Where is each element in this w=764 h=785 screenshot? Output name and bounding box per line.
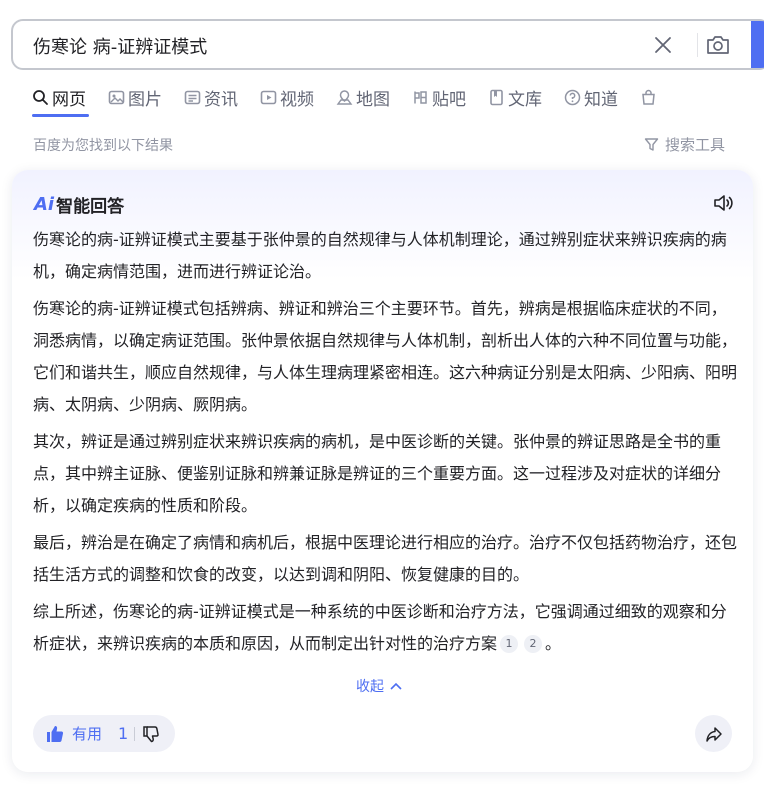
tab-video[interactable]: 视频 xyxy=(260,84,314,110)
useful-button[interactable]: 有用 1 xyxy=(45,723,128,744)
question-icon xyxy=(564,89,581,105)
summary-punct: 。 xyxy=(545,634,562,653)
answer-paragraph-summary: 综上所述，伤寒论的病-证辨证模式是一种系统的中医诊断和治疗方法，它强调通过细致的… xyxy=(33,596,738,660)
tab-label: 网页 xyxy=(52,89,86,110)
search-button[interactable] xyxy=(751,21,764,68)
filter-icon xyxy=(644,138,659,151)
tab-zhidao[interactable]: 知道 xyxy=(564,84,618,110)
answer-paragraph: 伤寒论的病-证辨证模式主要基于张仲景的自然规律与人体机制理论，通过辨别症状来辨识… xyxy=(33,230,727,281)
tab-more[interactable] xyxy=(640,84,660,110)
tieba-icon xyxy=(414,90,427,104)
tab-wenku[interactable]: 文库 xyxy=(488,84,542,110)
share-icon xyxy=(705,726,722,742)
ai-title: 智能回答 xyxy=(56,197,125,217)
ai-answer-card: Ai 智能回答 伤寒论的病-证辨证模式主要基于张仲景的自然规律与人体机制理论，通… xyxy=(12,170,753,772)
tab-label: 文库 xyxy=(508,89,542,110)
collapse-label: 收起 xyxy=(356,679,384,695)
camera-icon[interactable] xyxy=(705,33,731,57)
ai-logo: Ai 智能回答 xyxy=(34,192,124,217)
speaker-icon[interactable] xyxy=(712,192,734,214)
ai-logo-mark: Ai xyxy=(34,194,55,215)
tab-news[interactable]: 资讯 xyxy=(184,84,238,110)
citation-badge[interactable]: 1 xyxy=(500,635,519,653)
ai-header: Ai 智能回答 xyxy=(34,192,124,217)
video-icon xyxy=(260,90,277,104)
summary-text: 综上所述，伤寒论的病-证辨证模式是一种系统的中医诊断和治疗方法，它强调通过细致的… xyxy=(33,602,727,653)
useful-count: 1 xyxy=(118,724,129,743)
shopping-bag-icon xyxy=(642,89,655,105)
tab-map[interactable]: 地图 xyxy=(336,84,390,110)
news-icon xyxy=(184,90,201,104)
tab-images[interactable]: 图片 xyxy=(108,84,162,110)
tab-label: 资讯 xyxy=(204,89,238,110)
divider xyxy=(134,726,136,741)
result-count: 百度为您找到以下结果 xyxy=(33,138,173,154)
doc-icon xyxy=(490,89,503,105)
ai-answer-body: 伤寒论的病-证辨证模式主要基于张仲景的自然规律与人体机制理论，通过辨别症状来辨识… xyxy=(33,224,738,665)
citation-badge[interactable]: 2 xyxy=(524,635,543,653)
search-tools-label: 搜索工具 xyxy=(665,136,726,154)
map-icon xyxy=(336,89,353,105)
divider xyxy=(697,33,698,57)
collapse-button[interactable]: 收起 xyxy=(356,676,402,696)
tab-label: 知道 xyxy=(584,89,618,110)
useful-label: 有用 xyxy=(72,725,103,743)
share-button[interactable] xyxy=(695,715,732,752)
search-tools-button[interactable]: 搜索工具 xyxy=(644,134,725,155)
search-input[interactable] xyxy=(33,33,593,59)
search-icon xyxy=(33,89,48,105)
search-box xyxy=(11,19,764,70)
active-tab-indicator xyxy=(32,114,89,117)
tab-webpage[interactable]: 网页 xyxy=(32,84,86,110)
answer-paragraph: 最后，辨治是在确定了病情和病机后，根据中医理论进行相应的治疗。治疗不仅包括药物治… xyxy=(33,533,738,584)
image-icon xyxy=(108,90,125,104)
chevron-up-icon xyxy=(390,682,402,690)
tab-tieba[interactable]: 贴吧 xyxy=(412,84,466,110)
answer-paragraph: 其次，辨证是通过辨别症状来辨识疾病的病机，是中医诊断的关键。张仲景的辨证思路是全… xyxy=(33,432,722,515)
tab-label: 贴吧 xyxy=(432,89,466,110)
feedback-bar: 有用 1 xyxy=(33,715,176,752)
thumbs-down-icon[interactable] xyxy=(141,724,161,744)
tab-label: 地图 xyxy=(356,89,390,110)
tab-label: 视频 xyxy=(280,89,314,110)
nav-tabs: 网页 图片 资讯 视频 地图 贴吧 文库 知道 xyxy=(32,84,682,112)
tab-label: 图片 xyxy=(128,89,162,110)
thumbs-up-icon xyxy=(47,725,64,742)
close-icon[interactable] xyxy=(653,35,673,55)
answer-paragraph: 伤寒论的病-证辨证模式包括辨病、辨证和辨治三个主要环节。首先，辨病是根据临床症状… xyxy=(33,299,738,414)
